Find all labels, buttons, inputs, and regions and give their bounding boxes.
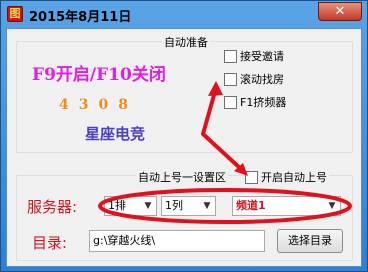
checkbox-scroll-room[interactable]: 滚动找房 [224, 71, 284, 87]
window-title: 2015年8月11日 [29, 10, 132, 25]
app-icon: 图 [7, 6, 23, 22]
checkbox-box[interactable] [245, 170, 258, 184]
checkbox-label: 滚动找房 [240, 73, 284, 86]
close-button[interactable]: ✕ [318, 2, 362, 21]
chevron-down-icon: ▼ [328, 201, 336, 211]
browse-directory-button[interactable]: 选择目录 [277, 229, 343, 253]
checkbox-accept-invite[interactable]: 接受邀请 [224, 48, 284, 64]
client-area: 自动准备 F9开启/F10关闭 4308 星座电竞 接受邀请 滚动找房 F1挤频… [6, 28, 362, 267]
directory-label: 目录: [32, 234, 68, 252]
row-select[interactable]: 1排 ▼ [104, 196, 157, 216]
select-value: 1列 [165, 199, 183, 212]
checkbox-f1-squeezer[interactable]: F1挤频器 [224, 94, 286, 110]
directory-input[interactable]: g:\穿越火线\ [89, 230, 265, 252]
select-value: 频道1 [236, 199, 266, 212]
chevron-down-icon: ▼ [144, 201, 152, 211]
checkbox-box[interactable] [224, 72, 237, 86]
close-icon: ✕ [334, 4, 346, 19]
column-select[interactable]: 1列 ▼ [161, 196, 216, 216]
chevron-down-icon: ▼ [203, 201, 211, 211]
app-window: 图 2015年8月11日 ✕ 自动准备 F9开启/F10关闭 4308 星座电竞… [0, 0, 368, 272]
auto-login-title: 自动上号一设置区 [136, 169, 228, 185]
brand-text: 星座电竞 [85, 125, 146, 143]
checkbox-auto-login[interactable]: 开启自动上号 [245, 169, 329, 185]
checkbox-box[interactable] [224, 49, 237, 63]
title-bar[interactable]: 图 2015年8月11日 ✕ [1, 1, 367, 28]
channel-select[interactable]: 频道1 ▼ [232, 196, 341, 216]
hotkey-hint: F9开启/F10关闭 [32, 65, 166, 85]
checkbox-label: 接受邀请 [240, 50, 284, 63]
checkbox-label: F1挤频器 [240, 96, 287, 109]
digits-text: 4308 [59, 97, 138, 113]
auto-prepare-title: 自动准备 [162, 34, 210, 50]
select-value: 1排 [108, 199, 126, 212]
server-label: 服务器: [27, 198, 78, 216]
checkbox-box[interactable] [224, 95, 237, 109]
checkbox-label: 开启自动上号 [261, 171, 327, 184]
